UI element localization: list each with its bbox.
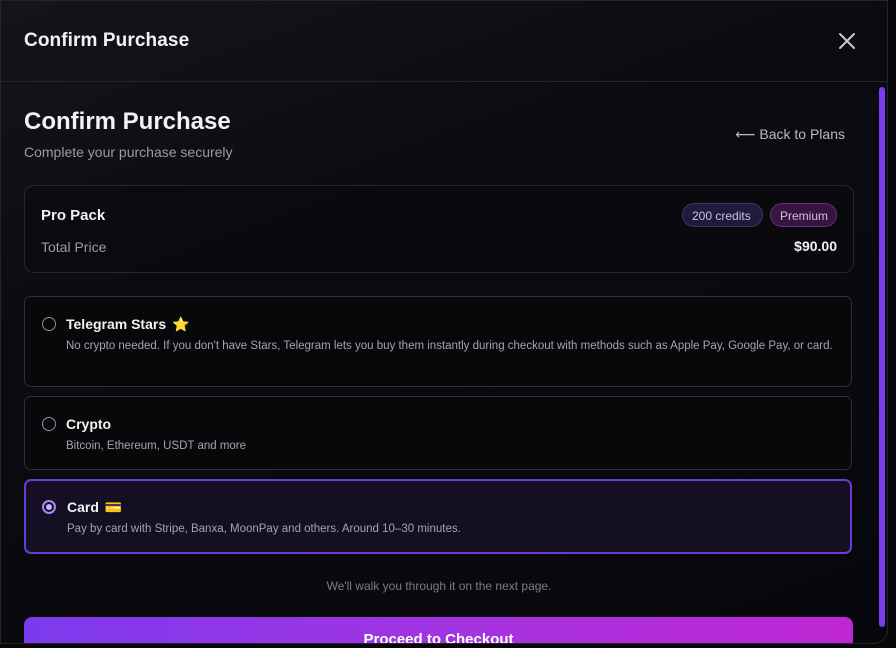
proceed-to-checkout-button[interactable]: Proceed to Checkout (24, 617, 853, 643)
payment-option-card[interactable]: Card 💳 Pay by card with Stripe, Banxa, M… (24, 479, 852, 554)
order-summary-card: Pro Pack 200 credits Premium Total Price… (24, 185, 854, 273)
modal-title: Confirm Purchase (24, 30, 190, 51)
star-icon: ⭐ (172, 316, 190, 332)
scrollbar-thumb[interactable] (879, 87, 885, 627)
back-to-plans-link[interactable]: ⟵ Back to Plans (735, 126, 845, 143)
total-price-value: $90.00 (794, 238, 837, 254)
pack-name: Pro Pack (41, 207, 106, 224)
radio-telegram-stars[interactable] (42, 317, 56, 331)
page-subtitle: Complete your purchase securely (24, 144, 233, 160)
footer-note: We'll walk you through it on the next pa… (326, 579, 552, 593)
payment-option-telegram-stars[interactable]: Telegram Stars ⭐ No crypto needed. If yo… (24, 296, 852, 387)
modal-header: Confirm Purchase (1, 1, 887, 82)
tier-badge: Premium (770, 203, 837, 227)
option-description: Bitcoin, Ethereum, USDT and more (66, 440, 247, 452)
confirm-purchase-modal: Confirm Purchase Confirm Purchase Comple… (0, 0, 888, 644)
close-icon (839, 33, 855, 49)
option-description: No crypto needed. If you don't have Star… (66, 340, 833, 352)
back-arrow-icon: ⟵ (735, 126, 756, 142)
option-title: Card 💳 (67, 499, 122, 516)
option-title: Crypto (66, 416, 111, 432)
option-title: Telegram Stars ⭐ (66, 316, 189, 333)
payment-option-crypto[interactable]: Crypto Bitcoin, Ethereum, USDT and more (24, 396, 852, 470)
option-title-text: Card (67, 499, 99, 515)
close-button[interactable] (835, 29, 859, 53)
credits-badge: 200 credits (682, 203, 763, 227)
option-title-text: Crypto (66, 416, 112, 432)
total-price-label: Total Price (41, 239, 107, 255)
credit-card-icon: 💳 (104, 499, 123, 515)
option-description: Pay by card with Stripe, Banxa, MoonPay … (67, 523, 461, 535)
back-link-label: Back to Plans (759, 126, 845, 142)
option-title-text: Telegram Stars (66, 316, 167, 332)
radio-card[interactable] (42, 500, 56, 514)
page-title: Confirm Purchase (24, 108, 231, 135)
radio-crypto[interactable] (42, 417, 56, 431)
